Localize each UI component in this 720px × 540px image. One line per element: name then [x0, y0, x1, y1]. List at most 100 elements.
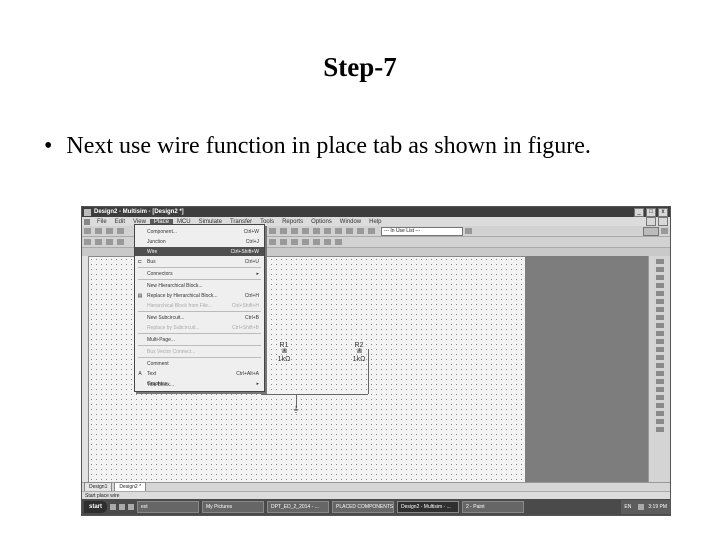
frequency-counter-icon[interactable]: [655, 307, 664, 312]
redo-icon[interactable]: [302, 228, 309, 234]
bode-plotter-icon[interactable]: [655, 299, 664, 304]
close-button[interactable]: x: [658, 207, 668, 217]
start-button[interactable]: start: [84, 501, 108, 513]
menu-window[interactable]: Window: [336, 219, 365, 225]
menu-item-junction[interactable]: Junction Ctrl+J: [135, 237, 264, 246]
taskbar-button[interactable]: PLACED COMPONENTS - ...: [332, 501, 395, 513]
analysis-icon[interactable]: [291, 239, 298, 245]
help-icon[interactable]: [465, 228, 472, 234]
toolbar-toggle-icon[interactable]: [661, 228, 668, 234]
clock: 3:19 PM: [648, 504, 667, 510]
four-channel-scope-icon[interactable]: [655, 291, 664, 296]
logic-analyzer-icon[interactable]: [655, 323, 664, 328]
taskbar-button[interactable]: ext: [137, 501, 200, 513]
toolbar-toggle-box[interactable]: [643, 226, 659, 236]
zoom-in-icon[interactable]: [84, 239, 91, 245]
labview-icon[interactable]: [655, 411, 664, 416]
zoom-out-icon[interactable]: [95, 239, 102, 245]
spectrum-analyzer-icon[interactable]: [655, 355, 664, 360]
resistor-r2[interactable]: R2 /\/\/\ 1kΩ: [348, 342, 370, 363]
taskbar-button[interactable]: My Pictures: [202, 501, 265, 513]
paste-icon[interactable]: [280, 228, 287, 234]
electrical-rules-icon[interactable]: [368, 228, 375, 234]
step-icon[interactable]: [335, 239, 342, 245]
menu-file[interactable]: File: [93, 219, 111, 225]
distortion-analyzer-icon[interactable]: [655, 347, 664, 352]
wire-vertical-right[interactable]: [368, 349, 369, 394]
menu-item-bus[interactable]: ⊏ Bus Ctrl+U: [135, 257, 264, 266]
resistor-r1[interactable]: R1 /\/\/\ 1kΩ: [273, 342, 295, 363]
undo-icon[interactable]: [291, 228, 298, 234]
menu-item-multi-page[interactable]: Multi-Page...: [135, 335, 264, 344]
wire-bottom[interactable]: [261, 394, 368, 395]
menu-reports[interactable]: Reports: [278, 219, 307, 225]
menu-item-new-subcircuit[interactable]: New Subcircuit... Ctrl+B: [135, 313, 264, 322]
agilent-scope-icon[interactable]: [655, 387, 664, 392]
menu-separator: [138, 279, 261, 280]
menu-item-replace-by-hierarchical-block[interactable]: ▤ Replace by Hierarchical Block... Ctrl+…: [135, 291, 264, 300]
copy-icon[interactable]: [269, 228, 276, 234]
word-generator-icon[interactable]: [655, 315, 664, 320]
oscilloscope-icon[interactable]: [655, 283, 664, 288]
agilent-multimeter-icon[interactable]: [655, 379, 664, 384]
menu-item-wire[interactable]: Wire Ctrl+Shift+W: [135, 247, 264, 256]
language-indicator[interactable]: EN: [624, 504, 631, 510]
debug-icon[interactable]: [324, 239, 331, 245]
postprocessor-icon[interactable]: [324, 228, 331, 234]
grapher-icon[interactable]: [313, 228, 320, 234]
zoom-area-icon[interactable]: [106, 239, 113, 245]
logic-converter-icon[interactable]: [655, 331, 664, 336]
doc-close-button[interactable]: [658, 217, 668, 226]
save-icon[interactable]: [106, 228, 113, 234]
bus-icon: ⊏: [137, 258, 143, 265]
open-icon[interactable]: [95, 228, 102, 234]
palette-extra-icon[interactable]: [655, 427, 664, 432]
component-wizard-icon[interactable]: [357, 228, 364, 234]
maximize-button[interactable]: □: [646, 207, 656, 217]
r1-label: R1: [279, 342, 289, 349]
menu-item-connectors[interactable]: Connectors ▸: [135, 269, 264, 278]
network-analyzer-icon[interactable]: [655, 363, 664, 368]
print-icon[interactable]: [117, 228, 124, 234]
taskbar: start ext My Pictures DPT_ED_2_2014 - ..…: [82, 499, 670, 515]
multimeter-icon[interactable]: [655, 259, 664, 264]
menu-item-component[interactable]: Component... Ctrl+W: [135, 227, 264, 236]
menu-item-label: Text: [147, 370, 157, 377]
menu-item-title-block[interactable]: Title Block...: [135, 380, 264, 389]
zoom-fit-icon[interactable]: [117, 239, 124, 245]
quicklaunch-icon[interactable]: [119, 504, 126, 510]
quicklaunch-icon[interactable]: [110, 504, 117, 510]
tektronix-scope-icon[interactable]: [655, 395, 664, 400]
new-icon[interactable]: [84, 228, 91, 234]
menu-item-bus-vector-connect[interactable]: Bus Vector Connect...: [135, 347, 264, 356]
probe-icon[interactable]: [302, 239, 309, 245]
stop-simulation-icon[interactable]: [280, 239, 287, 245]
iv-analyzer-icon[interactable]: [655, 339, 664, 344]
agilent-generator-icon[interactable]: [655, 371, 664, 376]
quicklaunch-icon[interactable]: [128, 504, 135, 510]
menu-item-new-hierarchical-block[interactable]: New Hierarchical Block...: [135, 281, 264, 290]
database-icon[interactable]: [346, 228, 353, 234]
pause-simulation-icon[interactable]: [269, 239, 276, 245]
instrument-icon[interactable]: [313, 239, 320, 245]
menu-item-replace-by-subcircuit[interactable]: Replace by Subcircuit... Ctrl+Shift+B: [135, 323, 264, 332]
menu-item-text[interactable]: A Text Ctrl+Alt+A: [135, 369, 264, 378]
menu-item-shortcut: Ctrl+H: [244, 292, 259, 299]
taskbar-button[interactable]: Design2 - Multisim - ...: [397, 501, 460, 513]
taskbar-button[interactable]: 2 - Paint: [462, 501, 525, 513]
current-probe-icon[interactable]: [655, 419, 664, 424]
menu-help[interactable]: Help: [365, 219, 385, 225]
in-use-list-combo[interactable]: --- In Use List ---: [381, 226, 463, 236]
spreadsheet-icon[interactable]: [335, 228, 342, 234]
menu-item-hierarchical-block-from-file[interactable]: Hierarchical Block from File... Ctrl+Shi…: [135, 301, 264, 310]
doc-minimize-button[interactable]: [646, 217, 656, 226]
menu-options[interactable]: Options: [307, 219, 336, 225]
measurement-probe-icon[interactable]: [655, 403, 664, 408]
function-generator-icon[interactable]: [655, 267, 664, 272]
minimize-button[interactable]: _: [634, 207, 644, 217]
menu-edit[interactable]: Edit: [111, 219, 129, 225]
wattmeter-icon[interactable]: [655, 275, 664, 280]
tray-icon[interactable]: [638, 504, 645, 510]
taskbar-button[interactable]: DPT_ED_2_2014 - ...: [267, 501, 330, 513]
menu-item-comment[interactable]: Comment: [135, 359, 264, 368]
